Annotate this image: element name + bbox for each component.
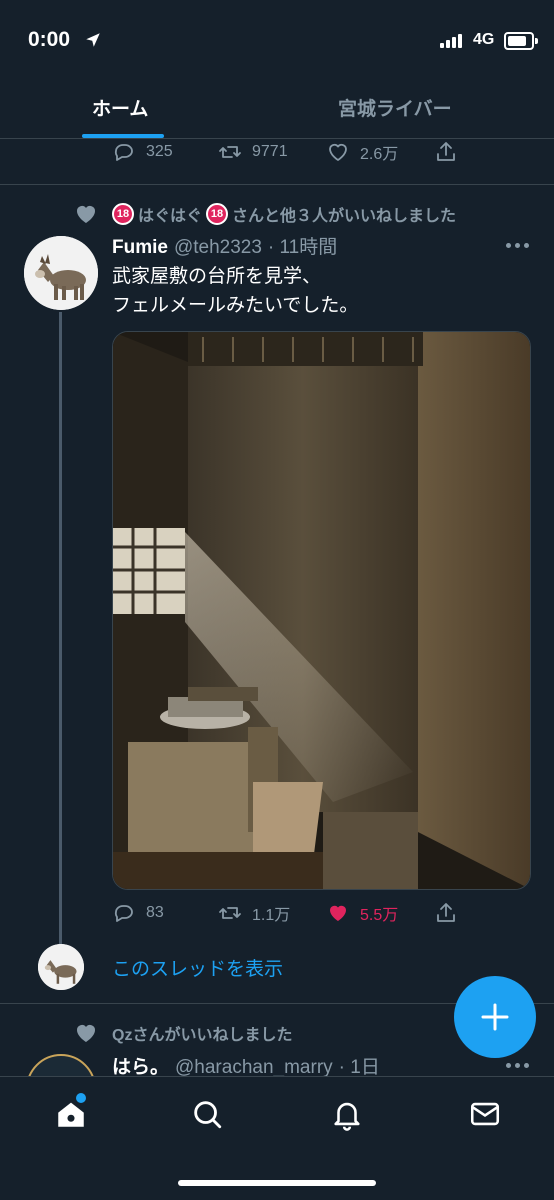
nav-search[interactable] <box>190 1097 224 1136</box>
status-bar: 0:00 4G <box>0 0 554 80</box>
retweet-count: 9771 <box>252 143 288 160</box>
social-context-suffix: さんと他３人がいいねしました <box>232 208 457 225</box>
reply-icon <box>114 144 133 161</box>
timeline-tabs: ホーム 宮城ライバー <box>0 80 554 139</box>
tab-list-miyagi[interactable]: 宮城ライバー <box>338 94 452 121</box>
tweet-header: Fumie @teh2323 · 11時間 <box>112 232 337 259</box>
kitchen-photo-image <box>113 332 530 889</box>
like-button[interactable]: 2.6万 <box>326 140 398 164</box>
social-context-name: はぐはぐ <box>138 208 203 225</box>
battery-icon <box>504 32 538 50</box>
social-context[interactable]: 18 はぐはぐ 18 さんと他３人がいいねしました <box>112 202 456 226</box>
tweet-text: 武家屋敷の台所を見学、 フェルメールみたいでした。 <box>112 262 358 320</box>
author-avatar[interactable] <box>24 236 98 310</box>
tweet-text-line-2: フェルメールみたいでした。 <box>112 295 359 316</box>
home-new-indicator <box>76 1093 86 1103</box>
search-icon <box>194 1101 222 1129</box>
tweet-reply-button[interactable]: 83 <box>112 901 164 925</box>
author-name[interactable]: Fumie <box>112 237 168 259</box>
tweet-share-button[interactable] <box>434 901 458 925</box>
tweet-retweet-button[interactable]: 1.1万 <box>218 901 290 925</box>
next-tweet-time[interactable]: · 1日 <box>339 1052 380 1079</box>
tweet-divider <box>0 184 554 185</box>
retweet-button[interactable]: 9771 <box>218 140 288 164</box>
age-restriction-icon-2: 18 <box>206 203 229 225</box>
like-count: 2.6万 <box>360 146 399 163</box>
tweet-like-count: 5.5万 <box>360 907 399 924</box>
notifications-bell-icon <box>334 1102 360 1131</box>
tweet-retweet-count: 1.1万 <box>252 907 291 924</box>
tweet-like-button[interactable]: 5.5万 <box>326 901 398 925</box>
tweet-text-line-1: 武家屋敷の台所を見学、 <box>112 266 322 287</box>
age-restriction-icon: 18 <box>112 203 134 225</box>
home-indicator <box>178 1180 376 1186</box>
nav-messages[interactable] <box>468 1097 502 1136</box>
compose-plus-icon <box>481 1003 509 1031</box>
messages-envelope-icon <box>470 1102 500 1126</box>
social-context-2[interactable]: Qzさんがいいねしました <box>112 1021 292 1045</box>
location-arrow-icon <box>86 33 100 47</box>
liked-heart-icon-2 <box>77 1025 95 1042</box>
nav-home[interactable] <box>54 1093 88 1136</box>
compose-tweet-button[interactable] <box>454 976 536 1058</box>
reply-icon <box>114 905 133 922</box>
retweet-icon <box>219 146 241 158</box>
share-icon <box>437 142 455 161</box>
next-author-name[interactable]: はら。 <box>112 1052 169 1079</box>
liked-heart-icon <box>77 206 95 223</box>
thread-avatar[interactable] <box>38 944 84 990</box>
reply-button[interactable]: 325 <box>112 140 173 164</box>
author-handle[interactable]: @teh2323 <box>174 237 262 259</box>
tweet-time[interactable]: · 11時間 <box>268 232 337 259</box>
like-icon <box>329 143 347 161</box>
next-tweet-header: はら。 @harachan_marry · 1日 <box>112 1052 380 1079</box>
reply-count: 325 <box>146 143 173 160</box>
donkey-avatar-icon <box>24 236 98 310</box>
network-type: 4G <box>473 31 495 48</box>
share-button[interactable] <box>434 140 458 164</box>
show-thread-link[interactable]: このスレッドを表示 <box>112 954 283 981</box>
next-tweet-more-icon[interactable] <box>506 1063 529 1068</box>
tweet-more-icon[interactable] <box>506 243 529 248</box>
donkey-avatar-icon <box>38 944 84 990</box>
thread-connector-line <box>59 312 62 944</box>
nav-notifications[interactable] <box>330 1097 364 1136</box>
tweet-photo[interactable] <box>112 331 531 890</box>
tweet-reply-count: 83 <box>146 904 164 921</box>
cellular-signal-icon <box>440 34 462 48</box>
tab-home[interactable]: ホーム <box>92 94 148 121</box>
retweet-icon <box>219 907 241 919</box>
active-tab-indicator <box>82 134 164 138</box>
share-icon <box>437 903 455 922</box>
like-filled-icon <box>330 905 346 921</box>
status-time: 0:00 <box>28 28 71 51</box>
